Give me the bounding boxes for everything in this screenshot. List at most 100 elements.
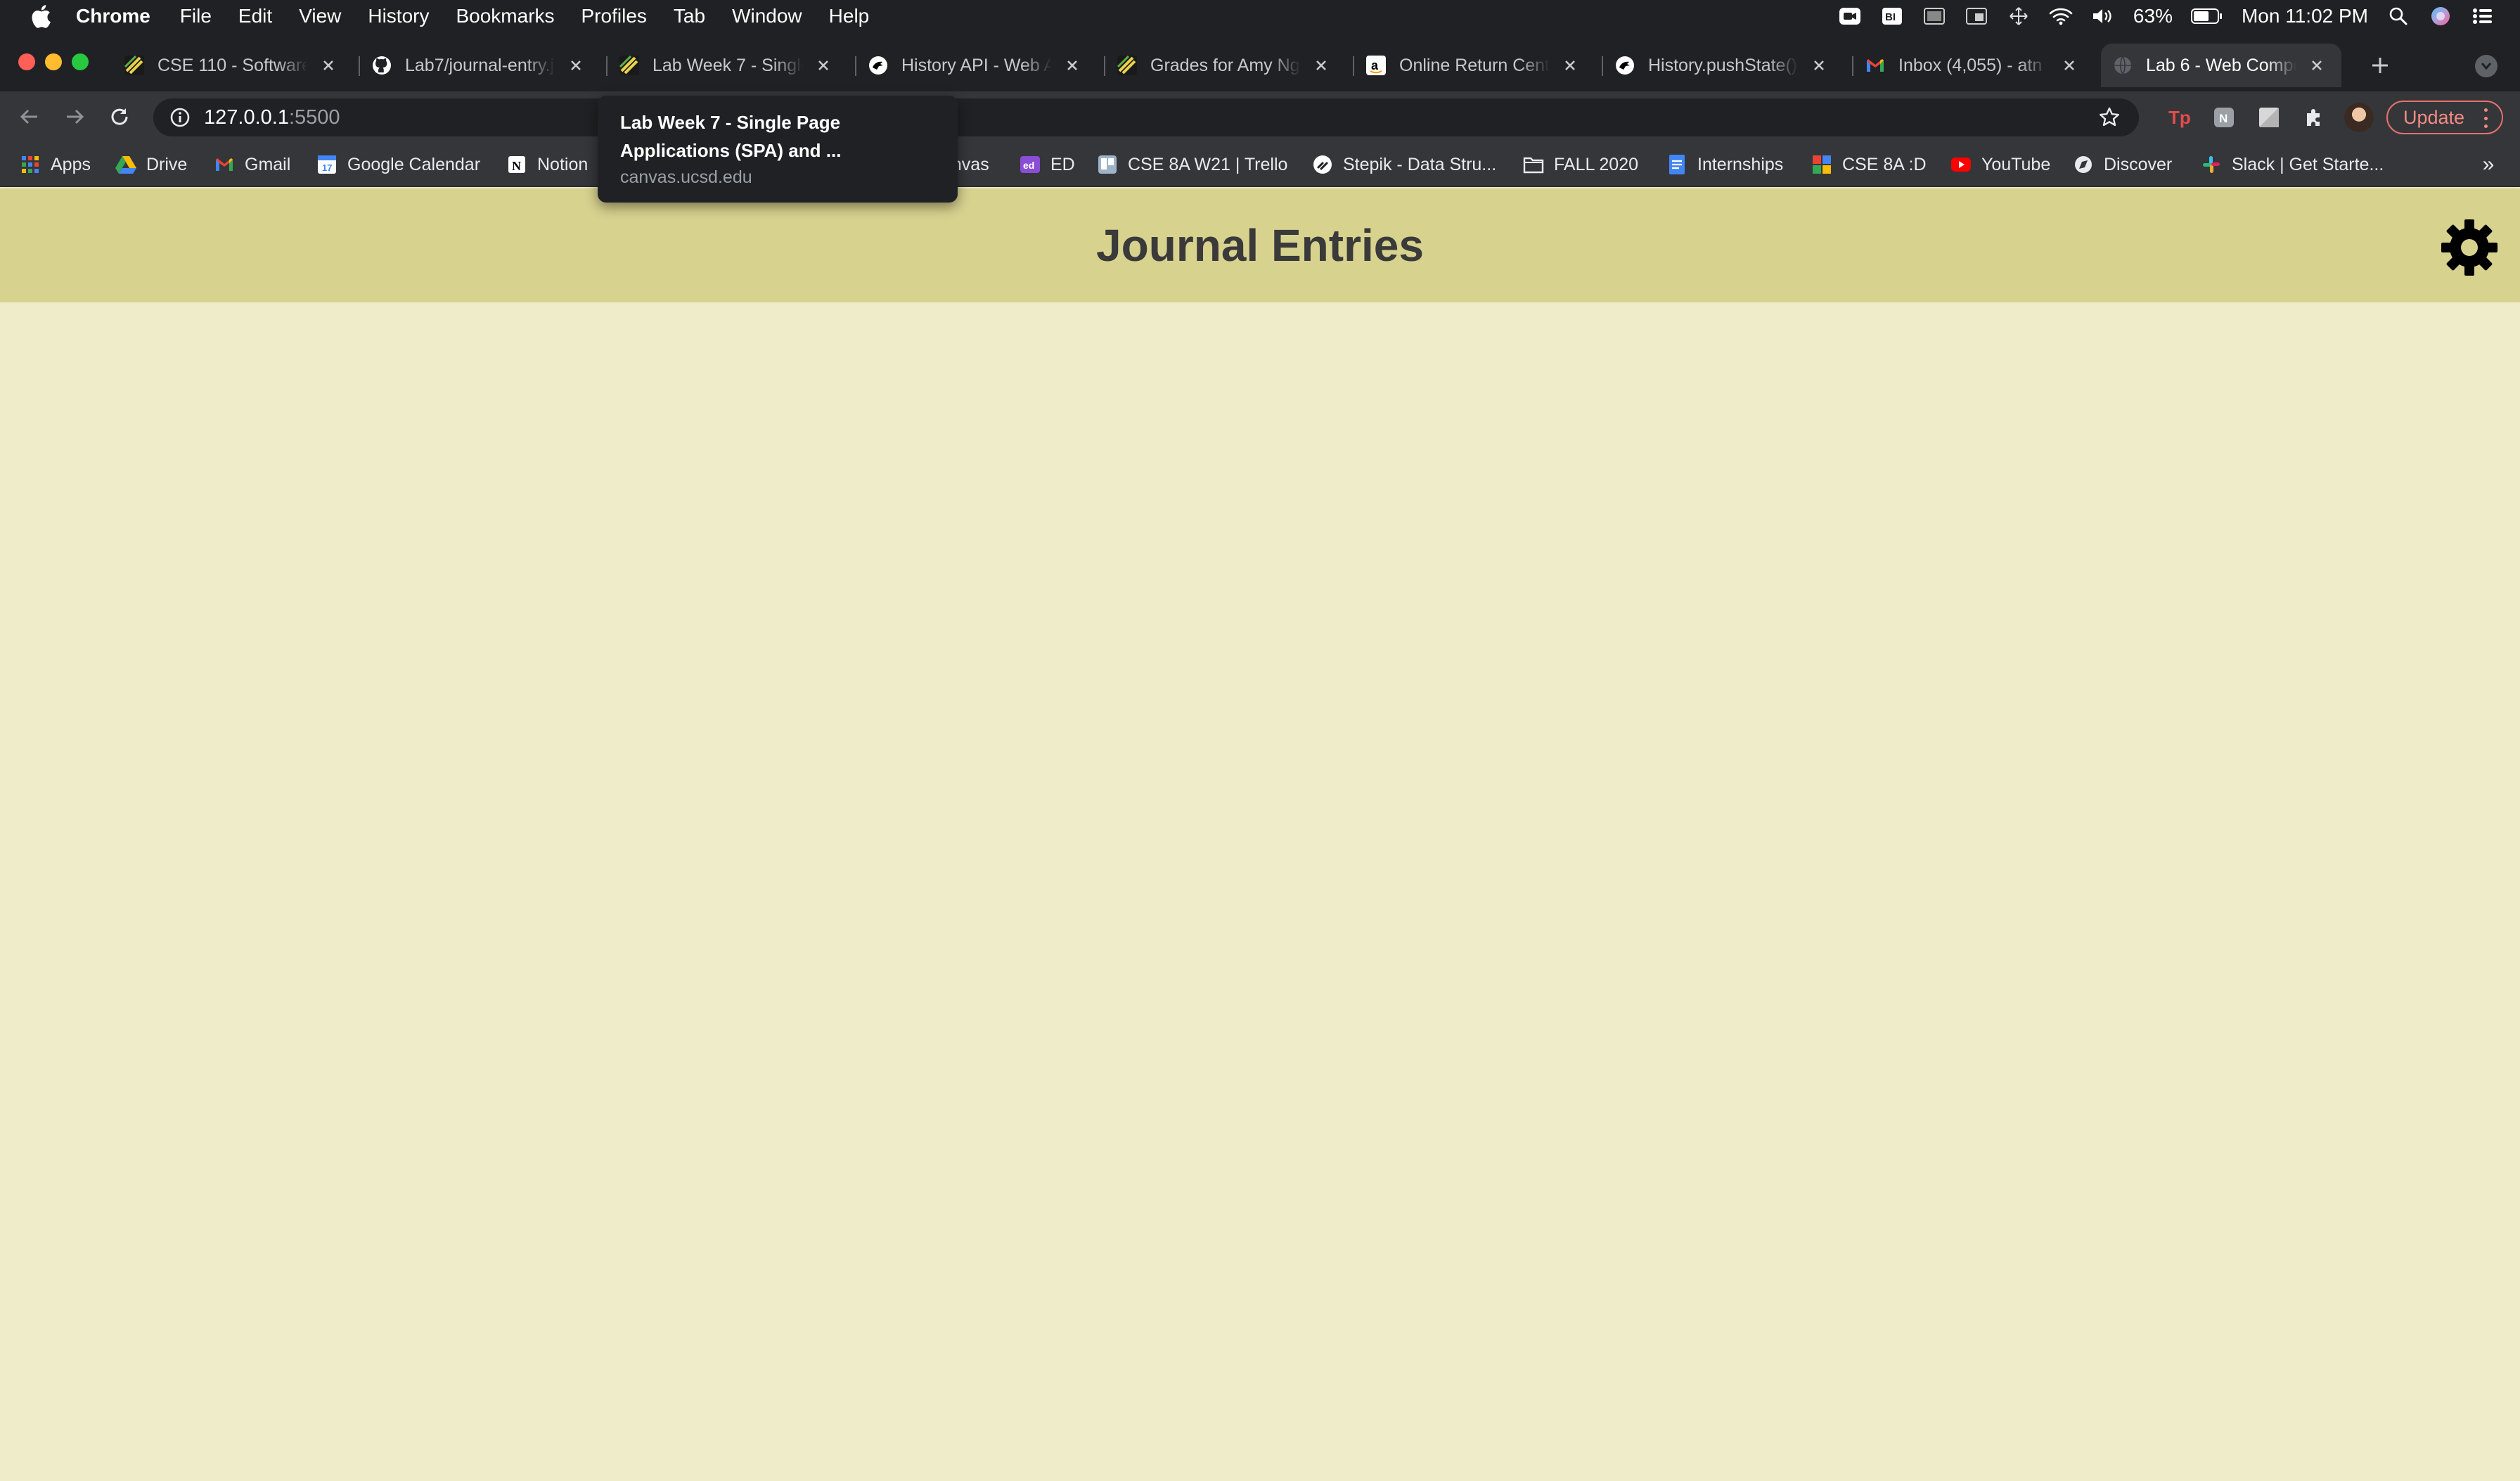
move-icon[interactable] bbox=[2007, 6, 2031, 27]
tab-title: History API - Web A bbox=[901, 55, 1052, 75]
profile-avatar[interactable] bbox=[2344, 103, 2374, 132]
menu-history[interactable]: History bbox=[368, 5, 429, 27]
menu-app-name[interactable]: Chrome bbox=[76, 5, 150, 27]
tab-7[interactable]: History.pushState() bbox=[1614, 44, 1830, 87]
back-button[interactable] bbox=[15, 103, 44, 131]
bookmark-label: YouTube bbox=[1981, 154, 2051, 174]
tab-close-icon[interactable] bbox=[1808, 55, 1830, 76]
bookmark-10[interactable]: FALL 2020 bbox=[1523, 150, 1638, 179]
site-info-icon[interactable] bbox=[167, 105, 193, 130]
minimize-window-button[interactable] bbox=[45, 53, 62, 70]
menu-help[interactable]: Help bbox=[829, 5, 870, 27]
bookmark-15[interactable]: Slack | Get Starte... bbox=[2201, 150, 2384, 179]
settings-gear-icon[interactable] bbox=[2440, 218, 2499, 277]
address-url[interactable]: 127.0.0.1:5500 bbox=[204, 106, 340, 129]
tooltip-title-line-1: Lab Week 7 - Single Page bbox=[620, 112, 841, 133]
discover-icon bbox=[2073, 154, 2094, 175]
tab-9[interactable]: Lab 6 - Web Compo bbox=[2101, 44, 2341, 87]
tab-close-icon[interactable] bbox=[565, 55, 586, 76]
folder-icon bbox=[1523, 154, 1544, 175]
reload-button[interactable] bbox=[105, 103, 134, 131]
slack-icon bbox=[2201, 154, 2222, 175]
mdn-icon bbox=[868, 55, 889, 76]
tab-close-icon[interactable] bbox=[318, 55, 339, 76]
svg-text:Tp: Tp bbox=[2168, 107, 2191, 128]
apple-menu-icon[interactable] bbox=[27, 2, 55, 30]
tab-6[interactable]: a Online Return Cente bbox=[1365, 44, 1581, 87]
control-center-icon[interactable] bbox=[2471, 6, 2495, 27]
bookmark-14[interactable]: Discover bbox=[2073, 150, 2172, 179]
bookmark-3[interactable]: Gmail bbox=[214, 150, 290, 179]
bookmark-11[interactable]: Internships bbox=[1666, 150, 1783, 179]
screen-mirror-icon[interactable] bbox=[1965, 6, 1988, 27]
stepik-icon bbox=[1312, 154, 1333, 175]
tab-close-icon[interactable] bbox=[1062, 55, 1083, 76]
tooltip-domain: canvas.ucsd.edu bbox=[620, 167, 752, 187]
bookmark-label: ED bbox=[1050, 154, 1075, 174]
volume-icon[interactable] bbox=[2091, 6, 2115, 27]
forward-button[interactable] bbox=[60, 103, 89, 131]
tab-3[interactable]: Lab Week 7 - Single bbox=[619, 44, 834, 87]
tab-2[interactable]: Lab7/journal-entry.j bbox=[371, 44, 586, 87]
toggl-extension-icon[interactable]: Tp bbox=[2166, 104, 2192, 131]
ed-icon: ed bbox=[1020, 154, 1041, 175]
bookmark-13[interactable]: YouTube bbox=[1950, 150, 2050, 179]
extensions-puzzle-icon[interactable] bbox=[2301, 104, 2327, 131]
bookmark-1[interactable]: Apps bbox=[20, 150, 91, 179]
new-tab-button[interactable] bbox=[2368, 53, 2392, 77]
tab-close-icon[interactable] bbox=[813, 55, 834, 76]
close-window-button[interactable] bbox=[18, 53, 35, 70]
window-icon[interactable] bbox=[1922, 6, 1946, 27]
spotlight-search-icon[interactable] bbox=[2386, 6, 2410, 27]
bookmark-5[interactable]: N Notion bbox=[506, 150, 588, 179]
tab-5[interactable]: Grades for Amy Ngu bbox=[1117, 44, 1332, 87]
menu-profiles[interactable]: Profiles bbox=[581, 5, 647, 27]
menu-edit[interactable]: Edit bbox=[238, 5, 272, 27]
menu-bookmarks[interactable]: Bookmarks bbox=[456, 5, 554, 27]
bookmark-4[interactable]: 17 Google Calendar bbox=[316, 150, 480, 179]
bookmark-7[interactable]: ed ED bbox=[1020, 150, 1075, 179]
wifi-icon[interactable] bbox=[2049, 6, 2073, 27]
battery-icon[interactable] bbox=[2190, 6, 2223, 27]
tab-close-icon[interactable] bbox=[2059, 55, 2080, 76]
menubar-clock[interactable]: Mon 11:02 PM bbox=[2242, 5, 2368, 27]
siri-icon[interactable] bbox=[2429, 6, 2452, 27]
tab-title: Inbox (4,055) - atn bbox=[1898, 55, 2043, 75]
chrome-menu-icon[interactable] bbox=[2482, 108, 2489, 128]
bookmark-label: Google Calendar bbox=[347, 154, 481, 174]
tab-title: Grades for Amy Ngu bbox=[1150, 55, 1301, 75]
bookmarks-bar: Apps Drive Gmail 17 Google Calendar N Notion an… bbox=[0, 142, 2520, 187]
tab-4[interactable]: History API - Web A bbox=[868, 44, 1083, 87]
zoom-icon[interactable] bbox=[1838, 6, 1862, 27]
bookmark-9[interactable]: Stepik - Data Stru... bbox=[1312, 150, 1496, 179]
extension-icon-3[interactable] bbox=[2256, 104, 2282, 131]
tab-close-icon[interactable] bbox=[1311, 55, 1332, 76]
tab-close-icon[interactable] bbox=[1560, 55, 1581, 76]
bookmark-8[interactable]: CSE 8A W21 | Trello bbox=[1097, 150, 1287, 179]
bookmark-star-icon[interactable] bbox=[2097, 105, 2122, 130]
bookmark-12[interactable]: CSE 8A :D bbox=[1811, 150, 1927, 179]
tab-close-icon[interactable] bbox=[2306, 55, 2327, 76]
menu-window[interactable]: Window bbox=[732, 5, 802, 27]
menu-tab[interactable]: Tab bbox=[674, 5, 705, 27]
tab-1[interactable]: CSE 110 - Software bbox=[124, 44, 339, 87]
bookmark-label: CSE 8A W21 | Trello bbox=[1128, 154, 1288, 174]
tab-separator bbox=[1104, 56, 1105, 76]
maximize-window-button[interactable] bbox=[72, 53, 89, 70]
update-chrome-button[interactable]: Update bbox=[2386, 101, 2503, 134]
extension-icon-2[interactable]: N bbox=[2211, 104, 2237, 131]
bi-app-icon[interactable]: BI bbox=[1880, 6, 1904, 27]
bookmark-label: Discover bbox=[2104, 154, 2173, 174]
stripe-icon bbox=[619, 55, 640, 76]
menu-file[interactable]: File bbox=[180, 5, 212, 27]
tab-8[interactable]: Inbox (4,055) - atn bbox=[1865, 44, 2080, 87]
more-bookmarks-chevron-icon[interactable]: » bbox=[2478, 152, 2499, 177]
globe-icon bbox=[2112, 55, 2133, 76]
tab-title: CSE 110 - Software bbox=[158, 55, 308, 75]
svg-text:N: N bbox=[512, 159, 521, 173]
tab-search-button[interactable] bbox=[2475, 55, 2498, 77]
browser-toolbar: 127.0.0.1:5500 Tp N Update bbox=[0, 91, 2520, 142]
menu-view[interactable]: View bbox=[299, 5, 341, 27]
address-bar[interactable]: 127.0.0.1:5500 bbox=[153, 98, 2139, 136]
bookmark-2[interactable]: Drive bbox=[115, 150, 187, 179]
